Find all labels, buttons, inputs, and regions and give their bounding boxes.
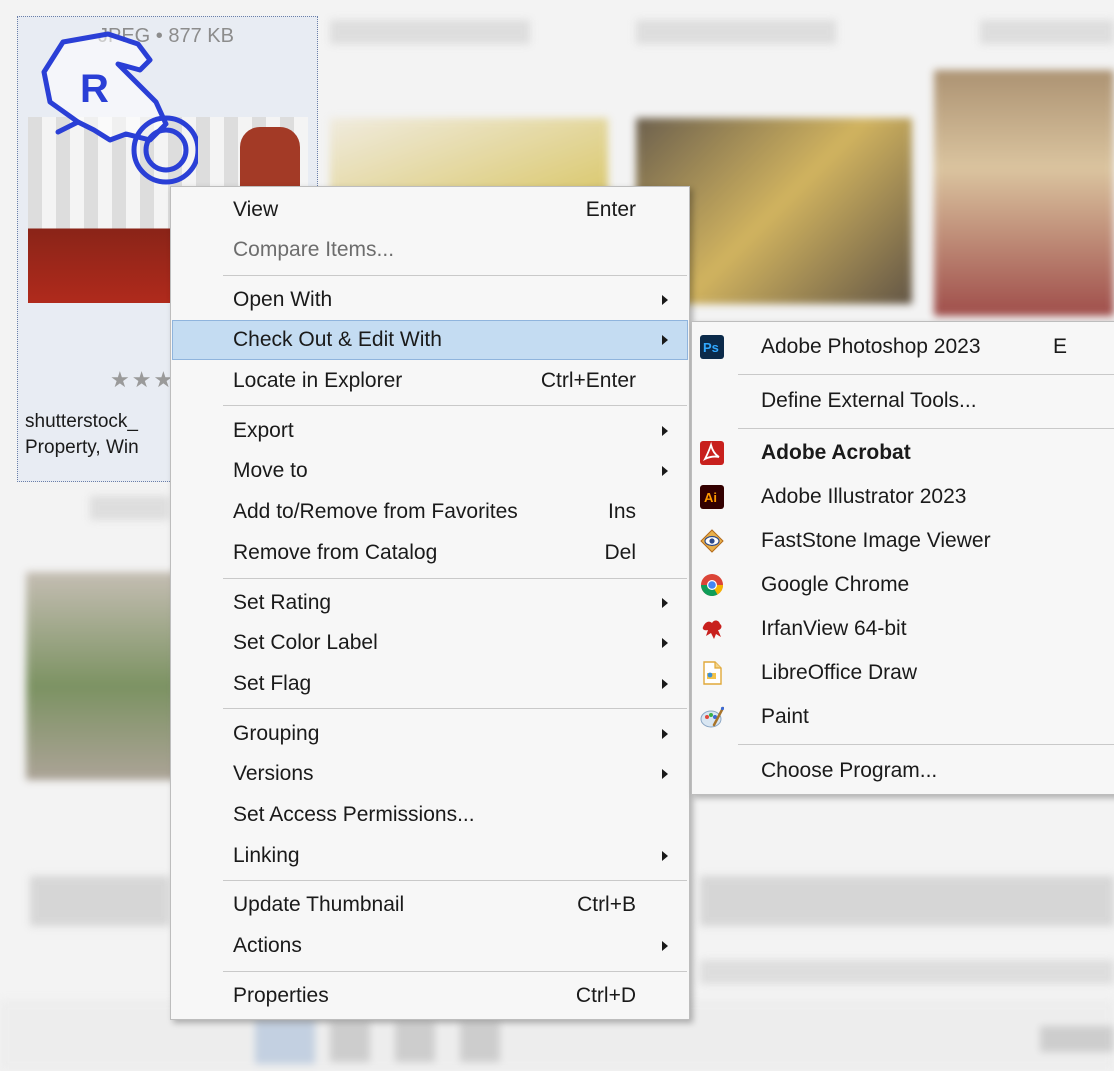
- submenu-item-define-external-tools[interactable]: Define External Tools...: [692, 380, 1114, 422]
- file-name: shutterstock_ Property, Win: [25, 411, 139, 458]
- submenu-arrow-icon: [662, 335, 668, 345]
- menu-item-set-color-label[interactable]: Set Color Label: [172, 623, 688, 663]
- submenu-arrow-icon: [662, 729, 668, 739]
- menu-item-move-to[interactable]: Move to: [172, 451, 688, 491]
- rating-stars[interactable]: ★★★: [110, 367, 175, 393]
- submenu-item-adobe-illustrator[interactable]: Ai Adobe Illustrator 2023: [692, 476, 1114, 518]
- menu-separator: [223, 880, 687, 881]
- svg-text:Ai: Ai: [704, 490, 717, 505]
- submenu-item-adobe-acrobat[interactable]: Adobe Acrobat: [692, 432, 1114, 474]
- submenu-arrow-icon: [662, 466, 668, 476]
- submenu-item-libreoffice-draw[interactable]: LibreOffice Draw: [692, 652, 1114, 694]
- menu-separator: [738, 428, 1114, 429]
- menu-item-linking[interactable]: Linking: [172, 836, 688, 876]
- menu-separator: [223, 578, 687, 579]
- libreoffice-draw-icon: [703, 661, 722, 685]
- submenu-item-adobe-photoshop[interactable]: Ps Adobe Photoshop 2023 E: [692, 326, 1114, 368]
- thumbnail-5[interactable]: [26, 572, 176, 780]
- menu-separator: [738, 374, 1114, 375]
- right-click-hand-icon: R: [41, 31, 198, 185]
- menu-item-locate-in-explorer[interactable]: Locate in Explorer Ctrl+Enter: [172, 361, 688, 401]
- edit-with-submenu: Ps Adobe Photoshop 2023 E Define Externa…: [691, 321, 1114, 795]
- submenu-arrow-icon: [662, 851, 668, 861]
- context-menu: View Enter Compare Items... Open With Ch…: [170, 186, 690, 1020]
- submenu-item-choose-program[interactable]: Choose Program...: [692, 750, 1114, 792]
- faststone-icon: [700, 529, 724, 553]
- menu-item-open-with[interactable]: Open With: [172, 280, 688, 320]
- submenu-item-irfanview[interactable]: IrfanView 64-bit: [692, 608, 1114, 650]
- menu-item-properties[interactable]: Properties Ctrl+D: [172, 976, 688, 1016]
- submenu-arrow-icon: [662, 295, 668, 305]
- submenu-item-paint[interactable]: Paint: [692, 696, 1114, 738]
- submenu-arrow-icon: [662, 679, 668, 689]
- menu-item-update-thumbnail[interactable]: Update Thumbnail Ctrl+B: [172, 885, 688, 925]
- menu-item-remove-from-catalog[interactable]: Remove from Catalog Del: [172, 533, 688, 573]
- menu-separator: [223, 971, 687, 972]
- acrobat-icon: [700, 441, 724, 465]
- chrome-icon: [701, 574, 723, 596]
- submenu-item-google-chrome[interactable]: Google Chrome: [692, 564, 1114, 606]
- menu-item-versions[interactable]: Versions: [172, 754, 688, 794]
- submenu-arrow-icon: [662, 426, 668, 436]
- menu-item-compare-items: Compare Items...: [233, 238, 395, 261]
- menu-item-actions[interactable]: Actions: [172, 926, 688, 966]
- menu-item-view[interactable]: View Enter: [172, 190, 688, 230]
- thumbnail-4[interactable]: [934, 70, 1114, 316]
- irfanview-icon: [702, 620, 722, 639]
- submenu-arrow-icon: [662, 598, 668, 608]
- submenu-arrow-icon: [662, 941, 668, 951]
- menu-item-export[interactable]: Export: [172, 411, 688, 451]
- svg-text:Ps: Ps: [703, 340, 719, 355]
- submenu-arrow-icon: [662, 638, 668, 648]
- menu-item-set-flag[interactable]: Set Flag: [172, 664, 688, 704]
- svg-text:R: R: [80, 67, 109, 111]
- menu-item-grouping[interactable]: Grouping: [172, 714, 688, 754]
- paint-icon: [700, 706, 724, 728]
- menu-separator: [223, 405, 687, 406]
- photoshop-icon: Ps: [700, 335, 724, 359]
- menu-item-set-access-permissions[interactable]: Set Access Permissions...: [172, 795, 688, 835]
- menu-item-add-remove-favorites[interactable]: Add to/Remove from Favorites Ins: [172, 492, 688, 532]
- submenu-arrow-icon: [662, 769, 668, 779]
- submenu-item-faststone-image-viewer[interactable]: FastStone Image Viewer: [692, 520, 1114, 562]
- menu-item-check-out-edit-with[interactable]: Check Out & Edit With: [172, 320, 688, 360]
- menu-separator: [738, 744, 1114, 745]
- illustrator-icon: Ai: [700, 485, 724, 509]
- menu-separator: [223, 708, 687, 709]
- menu-separator: [223, 275, 687, 276]
- menu-item-set-rating[interactable]: Set Rating: [172, 583, 688, 623]
